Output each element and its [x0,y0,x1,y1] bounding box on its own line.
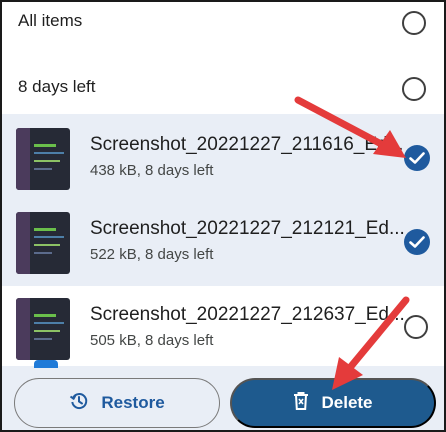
days-left-group-row[interactable]: 8 days left [2,66,444,112]
file-meta: 505 kB, 8 days left [90,332,214,349]
days-left-group-radio-icon[interactable] [402,77,426,101]
file-name: Screenshot_20221227_211616_Ed... [90,134,404,155]
action-bar: Restore Delete [2,360,444,430]
file-name: Screenshot_20221227_212121_Ed... [90,218,405,239]
trash-screen: All items 8 days left Screenshot_2022122… [0,0,446,432]
check-circle-icon[interactable] [404,145,430,171]
delete-label: Delete [321,393,373,412]
file-thumbnail [16,212,70,274]
file-thumbnail [16,128,70,190]
file-name: Screenshot_20221227_212637_Ed... [90,304,405,325]
file-row[interactable]: Screenshot_20221227_212121_Ed... 522 kB,… [2,198,444,286]
radio-empty-icon[interactable] [404,315,428,339]
history-icon [69,391,89,416]
scroll-peek-item [34,360,58,368]
trash-icon [293,391,309,416]
days-left-group-label: 8 days left [18,77,96,96]
check-circle-icon[interactable] [404,229,430,255]
file-row[interactable]: Screenshot_20221227_211616_Ed... 438 kB,… [2,114,444,202]
all-items-row[interactable]: All items [2,2,444,46]
file-thumbnail [16,298,70,360]
all-items-label: All items [18,11,83,30]
file-meta: 522 kB, 8 days left [90,246,214,263]
restore-button[interactable]: Restore [14,378,220,428]
file-meta: 438 kB, 8 days left [90,162,214,179]
delete-button[interactable]: Delete [230,378,436,428]
file-row[interactable]: Screenshot_20221227_212637_Ed... 505 kB,… [2,284,444,372]
all-items-radio-icon[interactable] [402,11,426,35]
restore-label: Restore [101,393,165,412]
